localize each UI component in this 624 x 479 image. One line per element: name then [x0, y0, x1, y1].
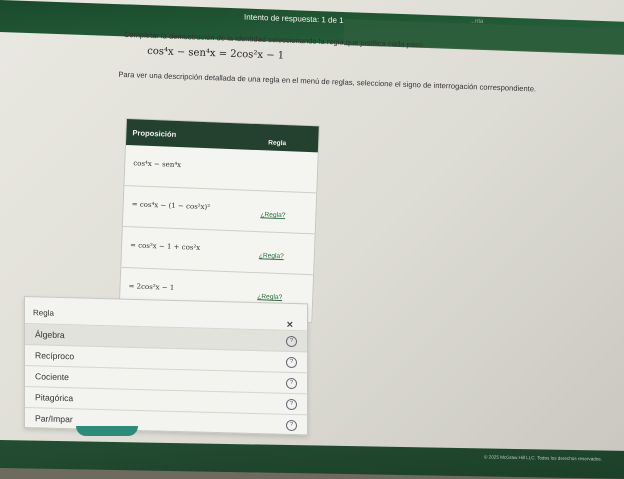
rule-menu-title: Regla [33, 308, 54, 318]
rule-option-label: Cociente [35, 371, 69, 383]
proposition-cell: = 2cos²x − 1 [128, 282, 175, 292]
rule-option-label: Recíproco [35, 350, 75, 362]
close-icon[interactable]: × [287, 319, 293, 331]
proposition-cell: = cos⁴x − (1 − cos²x)² [131, 200, 211, 212]
proposition-cell: cos⁴x − sen⁴x [133, 159, 182, 170]
rule-option-label: Pitagórica [35, 392, 74, 404]
table-row: cos⁴x − sen⁴x [124, 145, 318, 194]
question-mark-icon[interactable]: ? [286, 398, 297, 411]
proof-table: Proposición Regla cos⁴x − sen⁴x = cos⁴x … [118, 118, 320, 324]
question-mark-icon[interactable]: ? [286, 335, 297, 348]
help-text: Para ver una descripción detallada de un… [118, 69, 537, 94]
proposition-cell: = cos²x − 1 + cos²x [129, 241, 201, 252]
attempt-label: Intento de respuesta: 1 de 1 [244, 12, 344, 26]
question-mark-icon[interactable]: ? [286, 419, 297, 432]
rule-select-link[interactable]: ¿Regla? [260, 211, 285, 219]
rule-option-label: Álgebra [35, 329, 65, 341]
submit-button[interactable] [76, 426, 138, 436]
question-mark-icon[interactable]: ? [286, 377, 297, 390]
rule-option-label: Par/Impar [35, 413, 73, 425]
rule-select-link[interactable]: ¿Regla? [259, 252, 284, 260]
identity-equation: cos⁴x − sen⁴x = 2cos²x − 1 [147, 45, 285, 62]
footer-copyright: © 2025 McGraw Hill LLC. Todos los derech… [484, 454, 602, 462]
rule-menu: Regla × Álgebra ? Recíproco ? Cociente ?… [24, 296, 308, 436]
screen: Intento de respuesta: 1 de 1 ...nta Comp… [0, 0, 624, 479]
question-mark-icon[interactable]: ? [286, 356, 297, 369]
footer: © 2025 McGraw Hill LLC. Todos los derech… [0, 440, 624, 479]
rule-header: Regla [268, 139, 287, 148]
proposition-header: Proposición [132, 128, 177, 139]
rule-select-link[interactable]: ¿Regla? [257, 293, 282, 301]
table-row: = cos⁴x − (1 − cos²x)² ¿Regla? [122, 185, 317, 235]
